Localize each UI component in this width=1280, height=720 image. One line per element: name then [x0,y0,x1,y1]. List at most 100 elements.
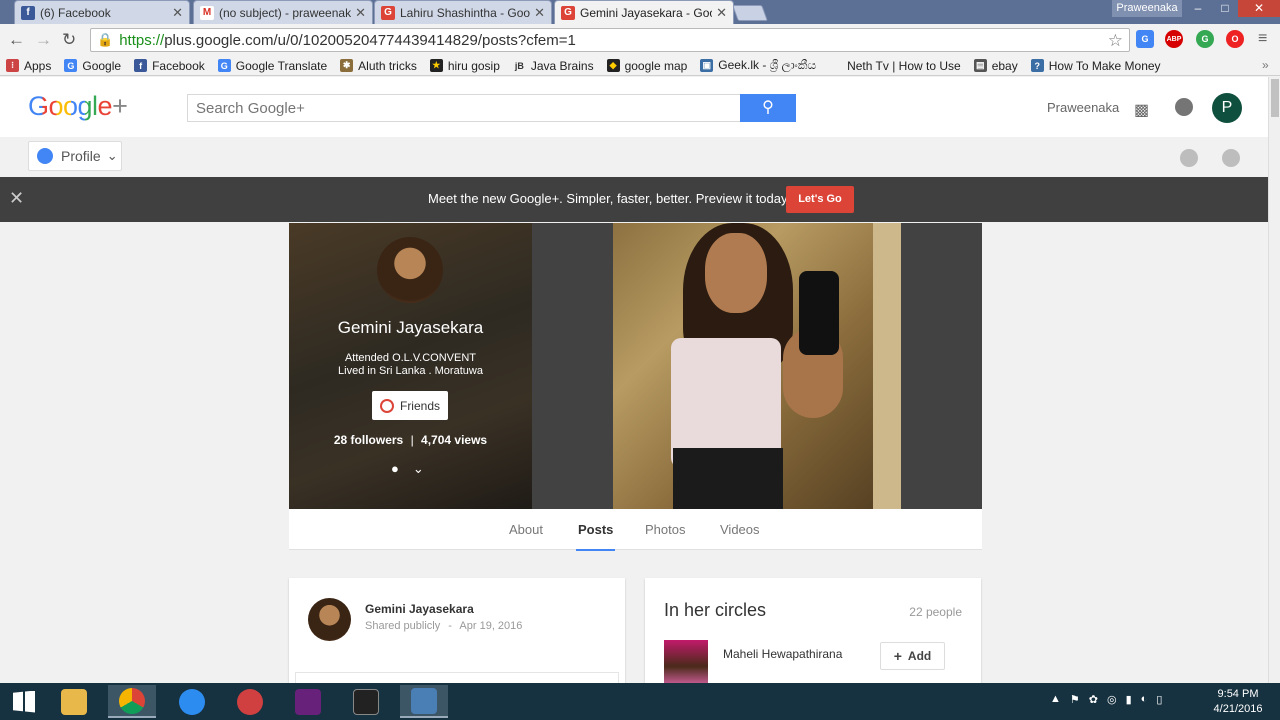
tab-about[interactable]: About [509,522,543,537]
vertical-scrollbar[interactable] [1268,77,1280,683]
skype-like-icon [179,688,205,715]
circles-count[interactable]: 22 people [909,605,962,619]
minimize-button[interactable]: – [1184,0,1212,17]
url-protocol: https:// [119,31,165,49]
reload-icon[interactable]: ↻ [62,30,76,50]
close-icon[interactable]: ✕ [716,5,727,21]
translate-ext-icon[interactable]: G [1136,30,1154,48]
opera-ext-icon[interactable]: O [1226,30,1244,48]
windows-taskbar: ▲ ⚑ ✿ ◎ ▮ ◐ ▯ 9:54 PM 4/21/2016 [0,683,1280,720]
browser-tab-strip: f (6) Facebook ✕ M (no subject) - prawee… [0,0,1280,24]
cover-photo[interactable] [613,223,901,509]
account-avatar[interactable]: P [1212,93,1242,123]
hangouts-icon[interactable] [1222,149,1240,167]
start-button[interactable] [0,685,48,718]
search-icon: ⚲ [762,99,774,116]
new-tab-button[interactable] [732,5,768,21]
ebay-icon: ▤ [973,59,987,72]
tab-lahiru[interactable]: G Lahiru Shashintha - Goog ✕ [374,0,552,24]
add-person-icon: + [893,648,902,664]
phone-shape [799,271,839,355]
bookmark-make-money[interactable]: ? How To Make Money [1030,59,1161,73]
app-button[interactable] [168,685,216,718]
bookmarks-overflow-icon[interactable]: » [1262,58,1269,72]
lets-go-button[interactable]: Let's Go [786,186,854,213]
maximize-button[interactable]: □ [1212,0,1238,17]
tab-photos[interactable]: Photos [645,522,685,537]
person-avatar[interactable] [664,640,708,684]
close-icon[interactable]: ✕ [355,5,366,21]
header-username[interactable]: Praweenaka [1047,100,1119,115]
promo-banner: ✕ Meet the new Google+. Simpler, faster,… [0,177,1268,222]
virtualbox-button[interactable] [400,685,448,718]
banner-message: Meet the new Google+. Simpler, faster, b… [428,191,791,206]
bookmark-google-map[interactable]: ◆ google map [606,59,687,73]
tab-videos[interactable]: Videos [720,522,760,537]
bookmark-star-icon[interactable]: ☆ [1108,31,1123,51]
search-button[interactable]: ⚲ [740,94,796,122]
money-icon: ? [1030,59,1044,72]
battery-icon[interactable]: ▯ [1156,693,1162,706]
visual-studio-button[interactable] [284,685,332,718]
apps-grid-icon[interactable]: ▩ [1134,100,1149,120]
forward-arrow-icon[interactable]: → [35,30,52,50]
tab-gmail[interactable]: M (no subject) - praweenaka ✕ [193,0,373,24]
close-icon[interactable]: ✕ [9,188,24,209]
close-icon[interactable]: ✕ [172,5,183,21]
ie-icon[interactable]: ◎ [1107,693,1117,706]
green-ext-icon[interactable]: G [1196,30,1214,48]
bookmark-geek-lk[interactable]: ▣ Geek.lk - ශ්‍රී ලාංකීය [700,58,816,73]
person-name[interactable]: Maheli Hewapathirana [723,647,842,661]
post-author-avatar[interactable] [308,598,351,641]
close-window-button[interactable]: ✕ [1238,0,1280,17]
snipping-tool-button[interactable] [226,685,274,718]
bookmark-apps[interactable]: ⁝ Apps [6,59,51,73]
close-icon[interactable]: ✕ [534,5,545,21]
bookmark-facebook[interactable]: f Facebook [134,59,205,73]
bookmarks-bar: ⁝ Apps G Google f Facebook G Google Translat… [0,56,1280,76]
bookmark-translate[interactable]: G Google Translate [217,59,327,73]
bookmark-ebay[interactable]: ▤ ebay [973,59,1018,73]
post-visibility[interactable]: Shared publicly [365,620,440,632]
search-input[interactable] [187,94,741,122]
notifications-bell-icon[interactable] [1175,98,1193,116]
flag-icon[interactable]: ⚑ [1070,693,1080,706]
add-person-button[interactable]: + Add [880,642,945,670]
volume-icon[interactable]: ◐ [1141,693,1148,706]
chrome-menu-icon[interactable]: ≡ [1258,30,1267,48]
profile-avatar[interactable] [377,237,443,303]
location-pin-icon[interactable]: ● [391,461,399,477]
post-card: Gemini Jayasekara Shared publicly - Apr … [289,578,625,688]
back-arrow-icon[interactable]: ← [8,30,25,50]
gplus-logo[interactable]: Google+ [28,91,128,122]
system-clock[interactable]: 9:54 PM 4/21/2016 [1208,687,1268,717]
scrollbar-thumb[interactable] [1271,79,1279,117]
chrome-icon [119,687,145,714]
mysql-icon [353,688,379,715]
network-icon[interactable]: ▮ [1126,693,1132,706]
post-author-name[interactable]: Gemini Jayasekara [365,602,474,616]
adblock-ext-icon[interactable]: ABP [1165,30,1183,48]
followers-count[interactable]: 28 followers [334,433,403,447]
chevron-down-icon[interactable]: ⌄ [413,461,424,477]
bookmark-java-brains[interactable]: jB Java Brains [513,59,594,73]
mysql-button[interactable] [342,685,390,718]
post-date[interactable]: Apr 19, 2016 [459,620,522,632]
friends-button[interactable]: Friends [372,391,448,420]
window-user-label[interactable]: Praweenaka [1112,0,1182,17]
tab-gemini[interactable]: G Gemini Jayasekara - Goog ✕ [554,0,734,24]
address-bar[interactable]: 🔒 https:// plus.google.com/u/0/102005204… [90,28,1130,52]
file-explorer-button[interactable] [50,685,98,718]
bookmark-google[interactable]: G Google [64,59,121,73]
bookmark-hiru-gosip[interactable]: ★ hiru gosip [429,59,500,73]
chrome-button[interactable] [108,685,156,718]
bookmark-neth-tv[interactable]: Neth Tv | How to Use [829,59,961,73]
bookmark-aluth-tricks[interactable]: ✱ Aluth tricks [340,59,417,73]
tray-app-icon[interactable]: ✿ [1089,693,1098,706]
chevron-down-icon: ⌄ [106,148,118,163]
tray-overflow-icon[interactable]: ▲ [1050,693,1061,706]
add-people-icon[interactable] [1180,149,1198,167]
profile-dropdown[interactable]: Profile ⌄ [28,141,122,171]
tab-facebook[interactable]: f (6) Facebook ✕ [14,0,190,24]
tab-posts[interactable]: Posts [575,522,616,551]
